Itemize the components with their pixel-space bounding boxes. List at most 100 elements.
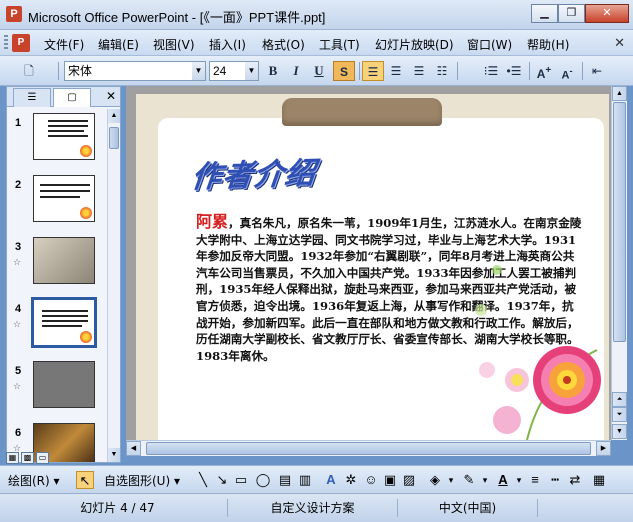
menu-slideshow[interactable]: 幻灯片放映(D) bbox=[375, 36, 454, 53]
insert-picture-icon[interactable]: ▨ bbox=[400, 471, 418, 489]
align-left-icon[interactable]: ☰ bbox=[362, 61, 384, 81]
double-down-icon[interactable]: ⏷ bbox=[612, 407, 627, 422]
autoshapes-button[interactable]: 自选图形(U) ▾ bbox=[104, 472, 180, 489]
slide-thumbnail[interactable] bbox=[33, 361, 95, 408]
slide-sorter-icon[interactable]: ▩ bbox=[21, 452, 34, 464]
bullets-icon[interactable]: •☰ bbox=[503, 61, 525, 81]
tab-outline[interactable]: ☰ bbox=[13, 88, 51, 107]
clipart-icon[interactable]: ☺ bbox=[362, 471, 380, 489]
close-button[interactable]: ✕ bbox=[585, 4, 629, 23]
menu-insert[interactable]: 插入(I) bbox=[209, 36, 246, 53]
rectangle-icon[interactable]: ▭ bbox=[232, 471, 250, 489]
separator bbox=[359, 62, 360, 80]
design-template: 自定义设计方案 bbox=[228, 499, 398, 517]
wordart-icon[interactable]: A bbox=[322, 471, 340, 489]
minimize-button[interactable]: ▁ bbox=[531, 4, 558, 23]
vertical-scrollbar[interactable]: ▲ ⏶ ⏷ ▼ bbox=[611, 86, 627, 440]
font-size-select[interactable]: 24 ▼ bbox=[209, 61, 259, 81]
menu-format[interactable]: 格式(O) bbox=[262, 36, 305, 53]
menu-window[interactable]: 窗口(W) bbox=[467, 36, 512, 53]
title-bar: P Microsoft Office PowerPoint - [《一面》PPT… bbox=[0, 0, 633, 30]
line-icon[interactable]: ╲ bbox=[194, 471, 212, 489]
scroll-right-icon[interactable]: ▶ bbox=[596, 441, 611, 456]
vertical-textbox-icon[interactable]: ▥ bbox=[296, 471, 314, 489]
slide-canvas[interactable]: 作者介绍 阿累，真名朱凡，原名朱一苇，1909年1月生，江苏涟水人。在南京金陵大… bbox=[136, 94, 609, 448]
drawing-toolbar: 绘图(R) ▾ ↖ 自选图形(U) ▾ ╲ ↘ ▭ ◯ ▤ ▥ A ✲ ☺ ▣ … bbox=[0, 465, 633, 493]
line-style-icon[interactable]: ≡ bbox=[526, 471, 544, 489]
distributed-icon[interactable]: ☷ bbox=[431, 61, 453, 81]
menu-help[interactable]: 帮助(H) bbox=[527, 36, 569, 53]
menu-edit[interactable]: 编辑(E) bbox=[98, 36, 139, 53]
new-document-icon[interactable]: 🗋 bbox=[18, 61, 40, 81]
menu-view[interactable]: 视图(V) bbox=[153, 36, 195, 53]
underline-button[interactable]: U bbox=[308, 61, 330, 81]
textbox-icon[interactable]: ▤ bbox=[276, 471, 294, 489]
arrow-style-icon[interactable]: ⇄ bbox=[566, 471, 584, 489]
clipboard-clip bbox=[282, 98, 442, 126]
normal-view-icon[interactable]: ▦ bbox=[6, 452, 19, 464]
scroll-down-icon[interactable]: ▼ bbox=[108, 448, 120, 462]
font-size-value: 24 bbox=[213, 64, 227, 78]
scroll-thumb[interactable] bbox=[146, 442, 591, 455]
slideshow-icon[interactable]: ▭ bbox=[36, 452, 49, 464]
separator bbox=[457, 62, 458, 80]
thumbnail-list: 1 2 3 ☆ 4 ☆ 5 ☆ 6 ☆ bbox=[7, 109, 107, 462]
align-center-icon[interactable]: ☰ bbox=[385, 61, 407, 81]
pane-tabs: ☰ ▢ ✕ bbox=[7, 87, 120, 107]
menu-tools[interactable]: 工具(T) bbox=[319, 36, 360, 53]
close-pane-icon[interactable]: ✕ bbox=[106, 89, 116, 103]
chevron-down-icon[interactable]: ▼ bbox=[192, 62, 205, 80]
language-indicator: 中文(中国) bbox=[398, 499, 538, 517]
restore-button[interactable]: ❐ bbox=[558, 4, 585, 23]
italic-button[interactable]: I bbox=[285, 61, 307, 81]
slide-editing-area: 作者介绍 阿累，真名朱凡，原名朱一苇，1909年1月生，江苏涟水人。在南京金陵大… bbox=[126, 86, 611, 448]
author-name: 阿累 bbox=[196, 212, 229, 231]
scroll-down-icon[interactable]: ▼ bbox=[612, 424, 627, 439]
menu-file[interactable]: 文件(F) bbox=[44, 36, 84, 53]
slide-thumbnail[interactable] bbox=[33, 113, 95, 160]
scroll-thumb[interactable] bbox=[109, 127, 119, 149]
toolbar-grip[interactable] bbox=[4, 35, 8, 51]
scroll-left-icon[interactable]: ◀ bbox=[126, 441, 141, 456]
increase-font-icon[interactable]: A+ bbox=[533, 61, 555, 81]
slide-heading[interactable]: 作者介绍 bbox=[189, 148, 318, 196]
decrease-indent-icon[interactable]: ⇤ bbox=[586, 61, 608, 81]
arrow-icon[interactable]: ↘ bbox=[213, 471, 231, 489]
double-up-icon[interactable]: ⏶ bbox=[612, 392, 627, 407]
tab-slides[interactable]: ▢ bbox=[53, 88, 91, 107]
font-name-select[interactable]: 宋体 ▼ bbox=[64, 61, 206, 81]
chevron-down-icon[interactable]: ▾ bbox=[476, 471, 494, 489]
dash-style-icon[interactable]: ┅ bbox=[546, 471, 564, 489]
scroll-up-icon[interactable]: ▲ bbox=[108, 109, 120, 123]
menu-bar: P 文件(F) 编辑(E) 视图(V) 插入(I) 格式(O) 工具(T) 幻灯… bbox=[0, 30, 633, 56]
animation-star-icon: ☆ bbox=[13, 257, 22, 267]
chevron-down-icon[interactable]: ▾ bbox=[442, 471, 460, 489]
select-cursor-icon[interactable]: ↖ bbox=[76, 471, 94, 489]
slide-number: 3 bbox=[15, 241, 22, 253]
shadow-button[interactable]: S bbox=[333, 61, 355, 81]
chevron-down-icon[interactable]: ▼ bbox=[245, 62, 258, 80]
picture-icon[interactable]: ▣ bbox=[381, 471, 399, 489]
scroll-up-icon[interactable]: ▲ bbox=[612, 86, 627, 101]
thumbnail-scrollbar[interactable]: ▲ ▼ bbox=[107, 109, 120, 462]
align-right-icon[interactable]: ☰ bbox=[408, 61, 430, 81]
separator bbox=[582, 62, 583, 80]
slide-thumbnail-selected[interactable] bbox=[31, 297, 97, 348]
diagram-icon[interactable]: ✲ bbox=[342, 471, 360, 489]
draw-menu-button[interactable]: 绘图(R) ▾ bbox=[8, 472, 60, 489]
shadow-style-icon[interactable]: ▦ bbox=[590, 471, 608, 489]
oval-icon[interactable]: ◯ bbox=[254, 471, 272, 489]
autoshapes-label: 自选图形(U) bbox=[104, 474, 171, 488]
numbering-icon[interactable]: ⁝☰ bbox=[480, 61, 502, 81]
slide-position: 幻灯片 4 / 47 bbox=[8, 499, 228, 517]
decrease-font-icon[interactable]: A- bbox=[556, 61, 578, 82]
bold-button[interactable]: B bbox=[262, 61, 284, 81]
slides-pane: ☰ ▢ ✕ 1 2 3 ☆ 4 ☆ 5 ☆ 6 ☆ ▲ ▼ bbox=[6, 86, 121, 463]
slide-thumbnail[interactable] bbox=[33, 237, 95, 284]
slide-number: 2 bbox=[15, 179, 22, 191]
horizontal-scrollbar[interactable]: ◀ ▶ bbox=[126, 440, 611, 456]
slide-thumbnail[interactable] bbox=[33, 175, 95, 222]
scroll-thumb[interactable] bbox=[613, 102, 626, 342]
document-icon[interactable]: P bbox=[12, 34, 30, 52]
close-document-icon[interactable]: ✕ bbox=[614, 35, 625, 51]
